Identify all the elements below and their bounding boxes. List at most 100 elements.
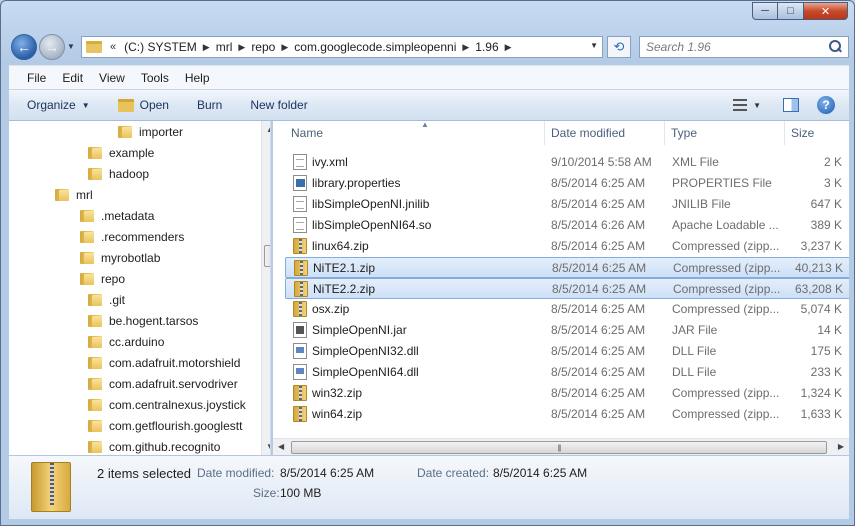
file-row[interactable]: linux64.zip 8/5/2014 6:25 AM Compressed (z… xyxy=(285,236,849,257)
zip-file-icon xyxy=(293,238,307,254)
column-header-size[interactable]: Size xyxy=(785,121,849,145)
new-folder-button[interactable]: New folder xyxy=(250,98,307,112)
search-box[interactable]: Search 1.96 xyxy=(639,36,849,58)
tree-item[interactable]: com.adafruit.servodriver xyxy=(87,373,238,394)
back-button[interactable]: ← xyxy=(11,34,37,60)
scroll-thumb[interactable] xyxy=(264,245,270,267)
search-input[interactable]: Search 1.96 xyxy=(646,40,828,54)
change-view-icon[interactable] xyxy=(733,99,748,111)
column-header-date[interactable]: Date modified xyxy=(545,121,665,145)
open-label: Open xyxy=(139,98,169,112)
tree-item[interactable]: be.hogent.tarsos xyxy=(87,310,198,331)
scroll-left-icon[interactable]: ◀ xyxy=(278,442,284,451)
file-type: XML File xyxy=(672,155,719,169)
tree-item-label: com.getflourish.googlestt xyxy=(109,418,243,433)
breadcrumb-separator-icon[interactable]: ▶ xyxy=(462,42,469,53)
tree-item[interactable]: cc.arduino xyxy=(87,331,164,352)
address-dropdown-icon[interactable]: ▼ xyxy=(590,41,598,50)
tree-item[interactable]: example xyxy=(87,142,154,163)
view-options-dropdown-icon[interactable]: ▼ xyxy=(753,101,761,110)
file-row[interactable]: library.properties 8/5/2014 6:25 AM PROPER… xyxy=(285,173,849,194)
file-date-modified: 8/5/2014 6:25 AM xyxy=(551,365,646,379)
zip-file-icon xyxy=(293,406,307,422)
forward-button[interactable]: → xyxy=(39,34,65,60)
file-type: JAR File xyxy=(672,323,718,337)
scroll-up-icon[interactable]: ▲ xyxy=(266,125,270,134)
overflow-chevron[interactable]: « xyxy=(110,41,116,53)
file-date-modified: 8/5/2014 6:25 AM xyxy=(552,282,647,296)
tree-item[interactable]: .recommenders xyxy=(79,226,184,247)
tree-item[interactable]: com.getflourish.googlestt xyxy=(87,415,242,436)
file-row[interactable]: osx.zip 8/5/2014 6:25 AM Compressed (zipp.… xyxy=(285,299,849,320)
minimize-button[interactable]: ─ xyxy=(752,2,778,20)
organize-button[interactable]: Organize ▼ xyxy=(27,98,90,112)
tree-item[interactable]: mrl xyxy=(54,184,93,205)
file-row[interactable]: NiTE2.1.zip 8/5/2014 6:25 AM Compressed (z… xyxy=(285,257,849,278)
breadcrumb-item[interactable]: com.googlecode.simpleopenni xyxy=(294,40,456,54)
file-date-modified: 8/5/2014 6:25 AM xyxy=(551,197,646,211)
file-name: ivy.xml xyxy=(312,155,348,169)
tree-item[interactable]: com.centralnexus.joystick xyxy=(87,394,246,415)
help-icon[interactable]: ? xyxy=(817,96,835,114)
breadcrumb-separator-icon[interactable]: ▶ xyxy=(238,42,245,53)
breadcrumb-item[interactable]: mrl xyxy=(216,40,233,54)
selection-count: 2 items selected xyxy=(97,466,191,481)
breadcrumb-item[interactable]: repo xyxy=(251,40,275,54)
dll-file-icon xyxy=(293,364,307,380)
zip-folder-icon xyxy=(31,462,71,512)
tree-item[interactable]: repo xyxy=(79,268,125,289)
file-type: Compressed (zipp... xyxy=(672,407,780,421)
scroll-right-icon[interactable]: ▶ xyxy=(838,442,844,451)
file-row[interactable]: libSimpleOpenNI.jnilib 8/5/2014 6:25 AM JN… xyxy=(285,194,849,215)
file-size: 63,208 K xyxy=(794,282,843,296)
breadcrumb-item[interactable]: 1.96 xyxy=(475,40,498,54)
tree-item[interactable]: importer xyxy=(117,121,183,142)
breadcrumb-separator-icon[interactable]: ▶ xyxy=(203,42,210,53)
file-row[interactable]: SimpleOpenNI64.dll 8/5/2014 6:25 AM DLL Fi… xyxy=(285,362,849,383)
folder-icon xyxy=(87,439,103,455)
refresh-button[interactable]: ⟲ xyxy=(607,36,631,58)
recent-pages-dropdown-icon[interactable]: ▼ xyxy=(67,42,75,51)
tree-item[interactable]: myrobotlab xyxy=(79,247,160,268)
horizontal-scroll-thumb[interactable]: ||| xyxy=(291,441,827,454)
refresh-icon: ⟲ xyxy=(613,39,625,54)
menu-tools[interactable]: Tools xyxy=(133,71,177,85)
open-button[interactable]: Open xyxy=(117,98,169,112)
file-row[interactable]: SimpleOpenNI.jar 8/5/2014 6:25 AM JAR File… xyxy=(285,320,849,341)
chevron-down-icon: ▼ xyxy=(81,100,90,110)
menu-view[interactable]: View xyxy=(91,71,133,85)
file-list-horizontal-scrollbar[interactable]: ◀ ||| ▶ xyxy=(273,438,849,455)
menu-help[interactable]: Help xyxy=(177,71,218,85)
column-header-type[interactable]: Type xyxy=(665,121,785,145)
breadcrumb-item[interactable]: (C:) SYSTEM xyxy=(124,40,197,54)
preview-pane-icon[interactable] xyxy=(783,98,799,112)
tree-item[interactable]: com.adafruit.motorshield xyxy=(87,352,240,373)
file-name: SimpleOpenNI64.dll xyxy=(312,365,419,379)
menu-edit[interactable]: Edit xyxy=(54,71,91,85)
burn-button[interactable]: Burn xyxy=(197,98,222,112)
file-row[interactable]: libSimpleOpenNI64.so 8/5/2014 6:26 AM Apac… xyxy=(285,215,849,236)
file-row[interactable]: SimpleOpenNI32.dll 8/5/2014 6:25 AM DLL Fi… xyxy=(285,341,849,362)
tree-item[interactable]: hadoop xyxy=(87,163,149,184)
menu-file[interactable]: File xyxy=(9,71,54,85)
file-row[interactable]: NiTE2.2.zip 8/5/2014 6:25 AM Compressed (z… xyxy=(285,278,849,299)
breadcrumb-separator-icon[interactable]: ▶ xyxy=(505,42,512,53)
folder-icon xyxy=(87,355,103,371)
maximize-button[interactable]: □ xyxy=(778,2,804,20)
address-bar[interactable]: « (C:) SYSTEM ▶ mrl ▶ repo ▶ com.googlecode.si… xyxy=(81,36,603,58)
scroll-down-icon[interactable]: ▼ xyxy=(266,442,270,451)
file-row[interactable]: win64.zip 8/5/2014 6:25 AM Compressed (zip… xyxy=(285,404,849,425)
file-type: DLL File xyxy=(672,344,717,358)
breadcrumb-separator-icon[interactable]: ▶ xyxy=(281,42,288,53)
tree-item[interactable]: com.github.recognito xyxy=(87,436,220,455)
tree-item[interactable]: .git xyxy=(87,289,125,310)
file-size: 1,324 K xyxy=(800,386,842,400)
tree-item[interactable]: .metadata xyxy=(79,205,154,226)
column-header-name[interactable]: Name ▲ xyxy=(285,121,545,145)
file-size: 175 K xyxy=(810,344,842,358)
close-button[interactable]: ✕ xyxy=(804,2,848,20)
file-row[interactable]: win32.zip 8/5/2014 6:25 AM Compressed (zip… xyxy=(285,383,849,404)
folder-icon xyxy=(87,166,103,182)
file-row[interactable]: ivy.xml 9/10/2014 5:58 AM XML File 2 K xyxy=(285,152,849,173)
navigation-scrollbar[interactable]: ▲ ▼ xyxy=(261,121,270,455)
